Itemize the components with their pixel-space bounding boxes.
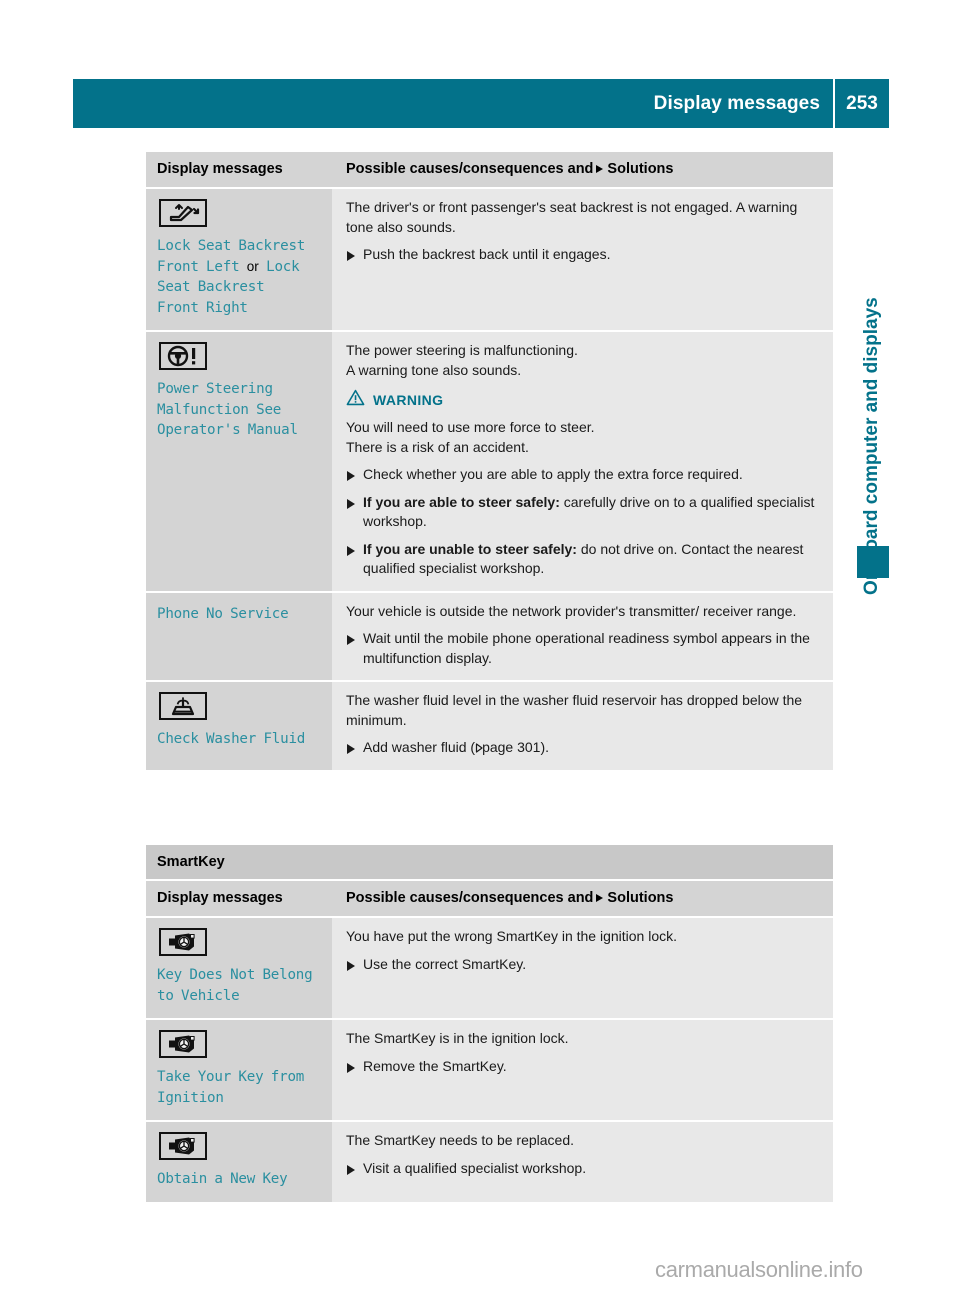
- cause-paragraph: Your vehicle is outside the network prov…: [346, 602, 797, 619]
- page-reference-arrow-icon: [475, 743, 483, 753]
- smartkey-table: SmartKey Display messages Possible cause…: [146, 845, 833, 1202]
- cause-solution-cell: The driver's or front passenger's seat b…: [332, 189, 833, 330]
- table-row: Key Does Not Belong to Vehicle You have …: [146, 918, 833, 1020]
- table-header-row: Display messages Possible causes/consequ…: [146, 152, 833, 189]
- table-header-cell-left: Display messages: [146, 881, 332, 916]
- page-number: 253: [846, 92, 878, 114]
- table-row: Phone No Service Your vehicle is outside…: [146, 592, 833, 682]
- cause-paragraph: The washer fluid level in the washer flu…: [346, 692, 803, 728]
- smartkey-icon: [159, 1030, 207, 1058]
- warning-label: WARNING: [373, 392, 444, 408]
- washer-fluid-icon: [159, 692, 207, 720]
- display-message-line: Lock Seat Backrest: [157, 238, 306, 254]
- solution-bullet-bold: If you are able to steer safely:: [363, 493, 560, 510]
- display-message-line: Lock: [258, 258, 300, 275]
- message-cell: Phone No Service: [146, 592, 332, 680]
- display-message-line: Front Right: [157, 299, 248, 316]
- solution-bullet-suffix: ).: [540, 739, 550, 755]
- cause-paragraph: A warning tone also sounds.: [346, 361, 522, 378]
- display-message-text: Check Washer Fluid: [157, 731, 306, 747]
- power-steering-icon: [159, 342, 207, 370]
- table-row: Power Steering Malfunction See Operator'…: [146, 332, 833, 593]
- solution-arrow-icon: [596, 165, 604, 173]
- cause-solution-cell: Your vehicle is outside the network prov…: [332, 592, 833, 680]
- page-header-bar: Display messages 253: [73, 79, 889, 128]
- cause-solution-cell: You have put the wrong SmartKey in the i…: [332, 918, 833, 1018]
- solution-bullet: Wait until the mobile phone operational …: [346, 629, 821, 668]
- warning-triangle-icon: [346, 389, 365, 411]
- display-message-text: Lock Seat Backrest Front Left or Lock Seat…: [157, 236, 322, 318]
- message-cell: Check Washer Fluid: [146, 682, 332, 770]
- solution-bullet-bold: If you are unable to steer safely:: [363, 540, 577, 557]
- solution-bullet: Use the correct SmartKey.: [346, 955, 821, 975]
- cause-solution-cell: The washer fluid level in the washer flu…: [332, 682, 833, 770]
- display-message-line: Front Left: [157, 258, 247, 275]
- solution-bullet: Add washer fluid ( page 301).: [346, 738, 821, 758]
- chapter-marker-square: [857, 546, 889, 578]
- table-header-cell-right: Possible causes/consequences and Solution…: [332, 881, 833, 916]
- warning-line: You will need to use more force to steer…: [346, 419, 595, 435]
- cause-paragraph: The SmartKey is in the ignition lock.: [346, 1030, 569, 1046]
- cause-solution-cell: The SmartKey is in the ignition lock. Re…: [332, 1020, 833, 1120]
- table-header-row: Display messages Possible causes/consequ…: [146, 881, 833, 918]
- solution-bullet: Visit a qualified specialist workshop.: [346, 1159, 821, 1179]
- solution-arrow-icon: [596, 894, 604, 902]
- table-row: Take Your Key from Ignition The SmartKey…: [146, 1020, 833, 1122]
- display-message-text: Power Steering Malfunction See Operator'…: [157, 381, 298, 438]
- message-cell: Obtain a New Key: [146, 1122, 332, 1202]
- message-cell: Lock Seat Backrest Front Left or Lock Seat…: [146, 189, 332, 330]
- warning-line: There is a risk of an accident.: [346, 438, 529, 455]
- cause-paragraph: The SmartKey needs to be replaced.: [346, 1132, 575, 1148]
- table-row: Check Washer Fluid The washer fluid leve…: [146, 682, 833, 770]
- cause-paragraph: You have put the wrong SmartKey in the i…: [346, 928, 678, 944]
- table-header-cell-left: Display messages: [146, 152, 332, 187]
- table-row: Obtain a New Key The SmartKey needs to b…: [146, 1122, 833, 1202]
- cause-solution-cell: The SmartKey needs to be replaced. Visit…: [332, 1122, 833, 1202]
- smartkey-icon: [159, 928, 207, 956]
- cause-solution-cell: The power steering is malfunctioning. A …: [332, 332, 833, 591]
- column-header-causes-prefix: Possible causes/consequences and: [346, 890, 594, 906]
- display-message-text: Phone No Service: [157, 605, 289, 622]
- column-header-causes-suffix: Solutions: [607, 890, 674, 906]
- solution-bullet: If you are unable to steer safely: do no…: [346, 540, 821, 579]
- column-header-display-messages: Display messages: [157, 161, 283, 177]
- seat-backrest-icon: [159, 199, 207, 227]
- column-header-causes-suffix: Solutions: [607, 161, 674, 177]
- message-cell: Key Does Not Belong to Vehicle: [146, 918, 332, 1018]
- display-message-text: Take Your Key from Ignition: [157, 1069, 305, 1106]
- table-header-cell-right: Possible causes/consequences and Solution…: [332, 152, 833, 187]
- solution-bullet: Check whether you are able to apply the …: [346, 465, 821, 485]
- display-messages-table: Display messages Possible causes/consequ…: [146, 152, 833, 770]
- chapter-side-tab-label: On-board computer and displays: [861, 297, 882, 595]
- solution-bullet: Remove the SmartKey.: [346, 1057, 821, 1077]
- message-cell: Power Steering Malfunction See Operator'…: [146, 332, 332, 591]
- cause-paragraph: The power steering is malfunctioning.: [346, 342, 578, 358]
- display-message-conjunction: or: [246, 258, 259, 274]
- display-message-line: Seat Backrest: [157, 279, 265, 295]
- display-message-text: Key Does Not Belong to Vehicle: [157, 967, 313, 1004]
- solution-bullet: Push the backrest back until it engages.: [346, 245, 821, 265]
- site-watermark: carmanualsonline.info: [655, 1257, 863, 1282]
- page-title: Display messages: [653, 92, 820, 114]
- message-cell: Take Your Key from Ignition: [146, 1020, 332, 1120]
- display-message-text: Obtain a New Key: [157, 1171, 288, 1187]
- warning-header: WARNING: [346, 389, 821, 411]
- chapter-side-tab: On-board computer and displays: [855, 175, 889, 595]
- solution-bullet: If you are able to steer safely: careful…: [346, 493, 821, 532]
- smartkey-icon: [159, 1132, 207, 1160]
- page-reference-text: page 301: [482, 739, 541, 755]
- table-row: Lock Seat Backrest Front Left or Lock Seat…: [146, 189, 833, 332]
- column-header-display-messages: Display messages: [157, 890, 283, 906]
- column-header-causes-prefix: Possible causes/consequences and: [346, 161, 594, 177]
- section-title-smartkey: SmartKey: [146, 845, 833, 881]
- cause-paragraph: The driver's or front passenger's seat b…: [346, 199, 798, 235]
- solution-bullet-text: Add washer fluid (: [363, 739, 476, 755]
